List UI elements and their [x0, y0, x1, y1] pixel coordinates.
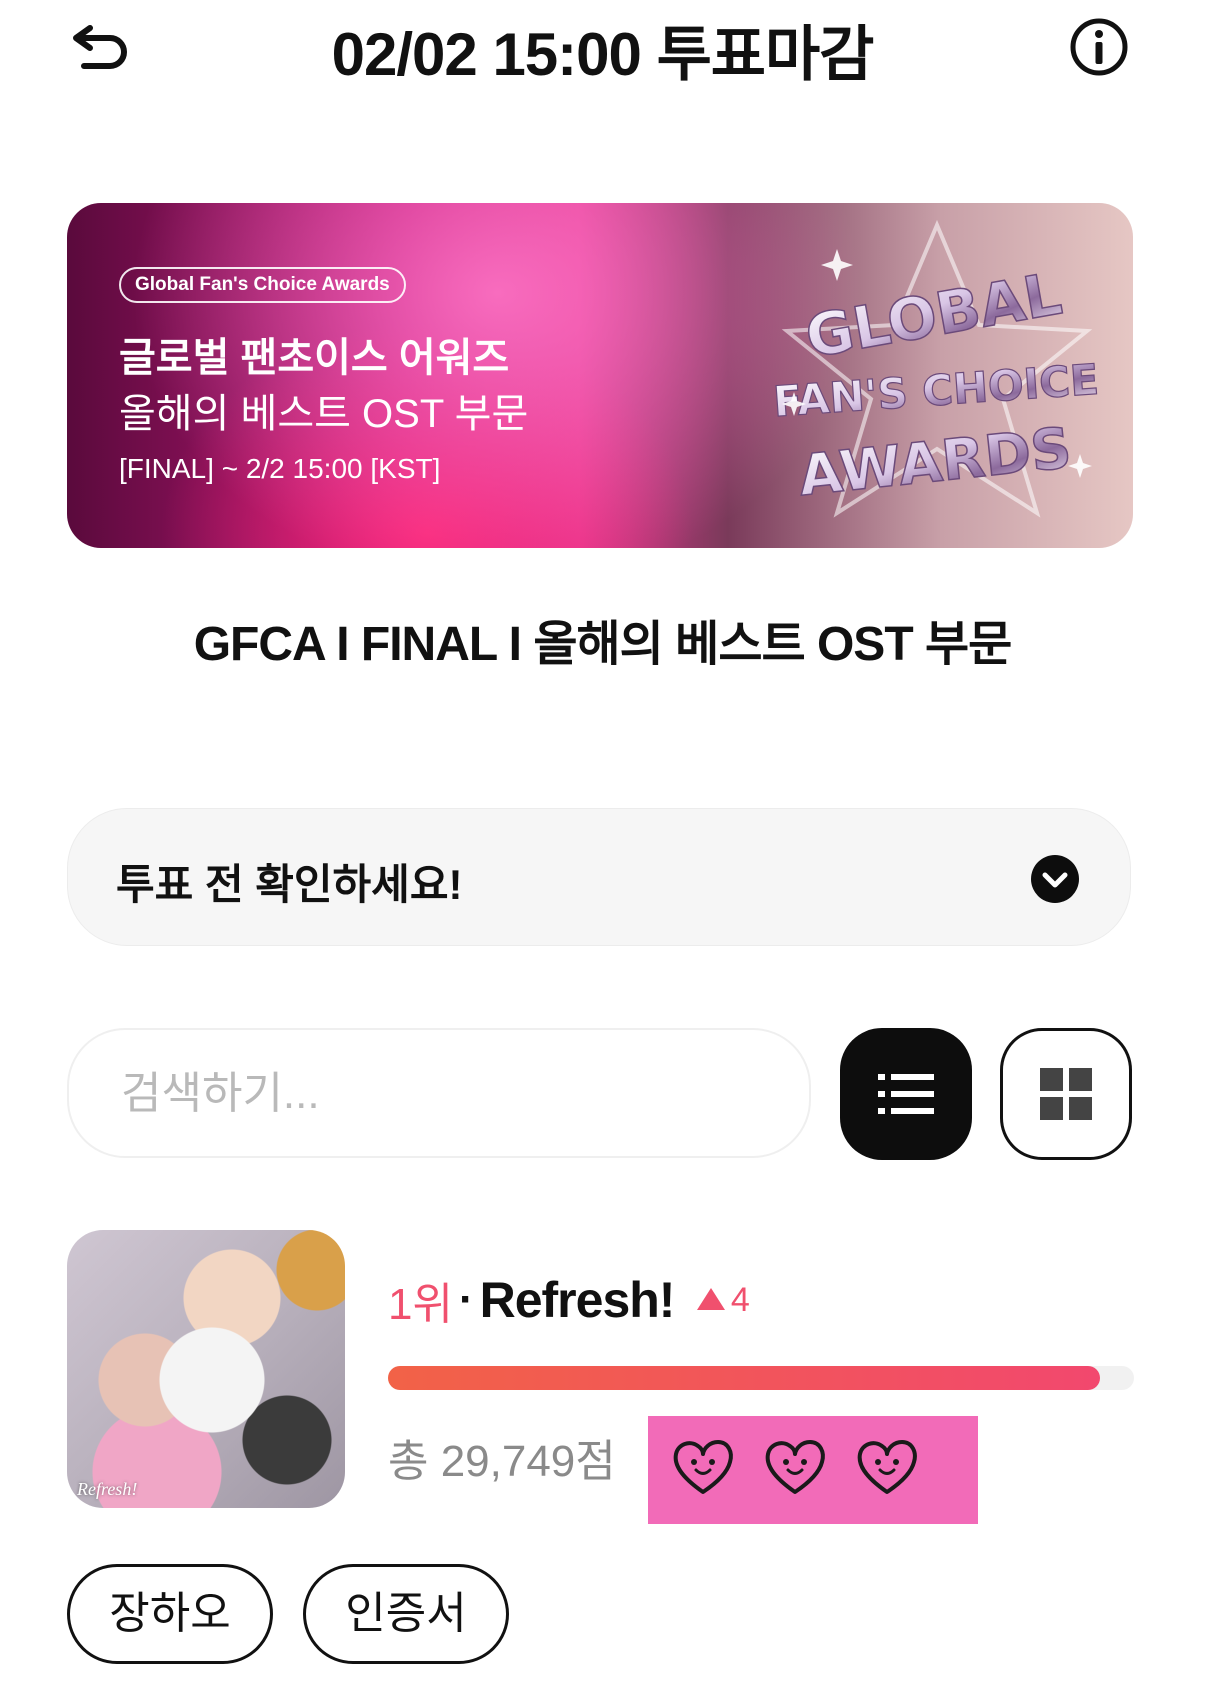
grid-view-button[interactable]: [1000, 1028, 1132, 1160]
album-cover-caption: Refresh!: [77, 1479, 138, 1499]
search-input[interactable]: [119, 1060, 763, 1128]
notice-label: 투표 전 확인하세요!: [116, 861, 463, 908]
info-button[interactable]: [1068, 16, 1130, 78]
heart-sticker-overlay: [648, 1416, 978, 1524]
rank-change: 4: [696, 1280, 750, 1320]
banner-title: 글로벌 팬초이스 어워즈: [119, 336, 510, 380]
banner-pill: Global Fan's Choice Awards: [119, 267, 406, 303]
top-bar: 02/02 15:00 투표마감: [0, 0, 1205, 95]
smiling-heart-icon: [857, 1440, 917, 1494]
list-view-icon: [878, 1074, 934, 1114]
vote-progress-bar: [388, 1366, 1134, 1390]
album-cover[interactable]: Refresh!: [67, 1230, 345, 1508]
total-score: 총 29,749점: [388, 1437, 616, 1486]
rank-change-value: 4: [730, 1280, 750, 1319]
smiling-heart-icon: [673, 1440, 733, 1494]
event-banner[interactable]: Global Fan's Choice Awards 글로벌 팬초이스 어워즈 …: [67, 203, 1133, 548]
tag-certificate[interactable]: 인증서: [303, 1564, 509, 1664]
vote-progress-fill: [388, 1366, 1101, 1390]
smiling-heart-icon: [765, 1440, 825, 1494]
search-box: [67, 1028, 811, 1158]
banner-period: [FINAL] ~ 2/2 15:00 [KST]: [119, 453, 441, 484]
entry-header: 1위 · Refresh! 4: [388, 1268, 750, 1330]
notice-accordion[interactable]: 투표 전 확인하세요!: [67, 808, 1131, 946]
grid-view-icon: [1040, 1068, 1092, 1120]
category-title: GFCA I FINAL I 올해의 베스트 OST 부문: [193, 618, 1013, 671]
banner-subtitle: 올해의 베스트 OST 부문: [119, 392, 529, 436]
song-title: Refresh!: [479, 1272, 676, 1328]
page-title: 02/02 15:00 투표마감: [331, 21, 875, 88]
list-view-button[interactable]: [840, 1028, 972, 1160]
separator-dot: ·: [458, 1275, 474, 1324]
chevron-down-circle-icon: [1031, 855, 1079, 903]
svg-text:GLOBAL: GLOBAL: [801, 259, 1067, 371]
awards-logo: GLOBAL FAN'S CHOICE AWARDS: [771, 219, 1101, 518]
rank-label: 1위: [388, 1280, 453, 1329]
info-circle-icon: [1070, 18, 1128, 76]
rank-up-icon: [696, 1287, 725, 1310]
tag-artist[interactable]: 장하오: [67, 1564, 273, 1664]
